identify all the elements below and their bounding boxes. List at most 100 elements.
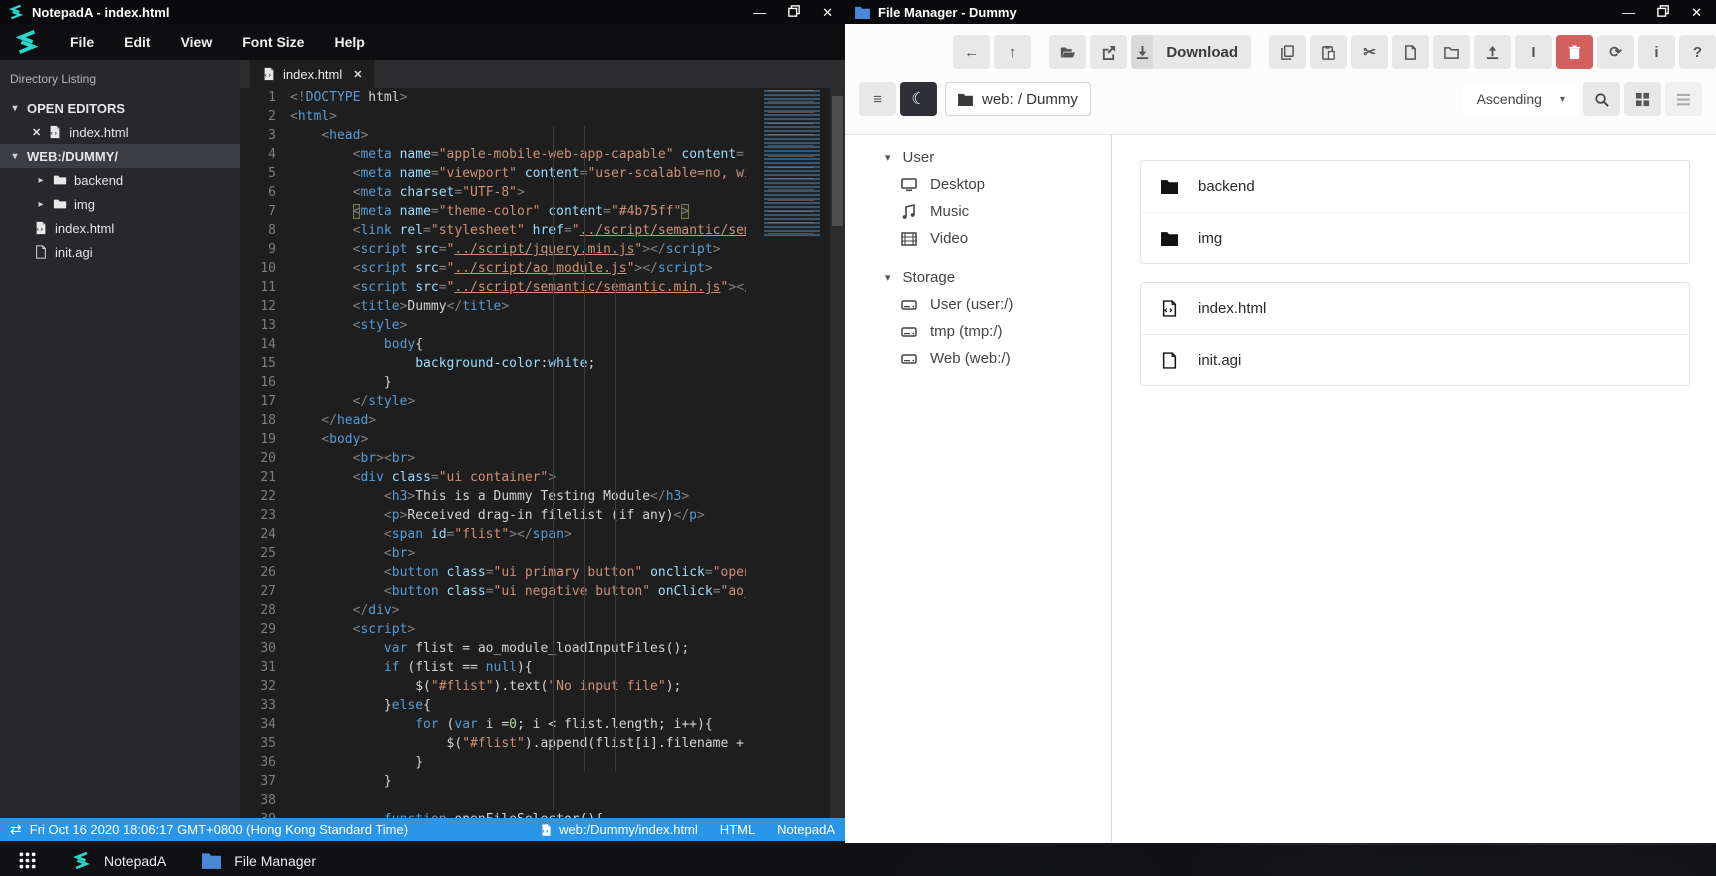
code-line[interactable]: 31 if (flist == null){ (240, 658, 845, 677)
file-manager-titlebar[interactable]: File Manager - Dummy — ✕ (845, 0, 1716, 24)
code-line[interactable]: 30 var flist = ao_module_loadInputFiles(… (240, 639, 845, 658)
code-line[interactable]: 29 <script> (240, 620, 845, 639)
breadcrumb[interactable]: web: / Dummy (945, 82, 1091, 116)
delete-button[interactable] (1556, 35, 1594, 69)
code-line[interactable]: 24 <span id="flist"></span> (240, 525, 845, 544)
copy-button[interactable] (1269, 35, 1307, 69)
sidebar-section-storage[interactable]: ▾ Storage (845, 264, 1111, 291)
sidebar-item-tmp-drive[interactable]: tmp (tmp:/) (845, 318, 1111, 345)
code-line[interactable]: 4 <meta name="apple-mobile-web-app-capab… (240, 145, 845, 164)
open-editor-index-html[interactable]: ✕ index.html (0, 120, 240, 144)
code-line[interactable]: 28 </div> (240, 601, 845, 620)
code-line[interactable]: 21 <div class="ui container"> (240, 468, 845, 487)
code-line[interactable]: 22 <h3>This is a Dummy Testing Module</h… (240, 487, 845, 506)
code-line[interactable]: 20 <br><br> (240, 449, 845, 468)
sidebar-item-user-drive[interactable]: User (user:/) (845, 291, 1111, 318)
menu-file[interactable]: File (70, 34, 94, 50)
taskbar-item-notepada[interactable]: NotepadA (54, 845, 184, 876)
new-folder-button[interactable] (1433, 35, 1471, 69)
minimize-button[interactable]: — (753, 6, 766, 19)
dark-mode-toggle[interactable]: ☾ (900, 82, 937, 116)
download-button[interactable]: Download (1131, 35, 1251, 69)
code-line[interactable]: 14 body{ (240, 335, 845, 354)
code-line[interactable]: 33 }else{ (240, 696, 845, 715)
sidebar-item-web-drive[interactable]: Web (web:/) (845, 345, 1111, 372)
code-line[interactable]: 25 <br> (240, 544, 845, 563)
code-line[interactable]: 1 <!DOCTYPE html> (240, 88, 845, 107)
menu-edit[interactable]: Edit (124, 34, 150, 50)
code-line[interactable]: 13 <style> (240, 316, 845, 335)
code-line[interactable]: 12 <title>Dummy</title> (240, 297, 845, 316)
sidebar-item-music[interactable]: Music (845, 198, 1111, 225)
sidebar-section-user[interactable]: ▾ User (845, 144, 1111, 171)
close-editor-icon[interactable]: ✕ (32, 126, 41, 139)
paste-button[interactable] (1310, 35, 1348, 69)
open-button[interactable] (1049, 35, 1087, 69)
code-editor[interactable]: 1 <!DOCTYPE html> 2 <html> 3 <head> 4 <meta n… (240, 88, 845, 818)
file-row-index-html[interactable]: index.html (1141, 283, 1689, 334)
tab-index-html[interactable]: index.html ✕ (250, 60, 375, 88)
statusbar-language[interactable]: HTML (720, 822, 755, 837)
tree-item-backend[interactable]: ▸ backend (0, 168, 240, 192)
code-line[interactable]: 38 (240, 791, 845, 810)
close-button[interactable]: ✕ (822, 6, 833, 19)
file-row-init-agi[interactable]: init.agi (1141, 334, 1689, 385)
code-line[interactable]: 34 for (var i =0; i < flist.length; i++)… (240, 715, 845, 734)
code-line[interactable]: 26 <button class="ui primary button" onc… (240, 563, 845, 582)
workspace-root[interactable]: ▾ WEB:/DUMMY/ (0, 144, 240, 168)
open-editors-section[interactable]: ▾ OPEN EDITORS (0, 96, 240, 120)
notepada-titlebar[interactable]: NotepadA - index.html — ✕ (0, 0, 845, 24)
minimize-button[interactable]: — (1622, 6, 1635, 19)
code-line[interactable]: 7 <meta name="theme-color" content="#4b7… (240, 202, 845, 221)
list-view-button[interactable] (1665, 82, 1702, 116)
tree-item-index-html[interactable]: index.html (0, 216, 240, 240)
code-line[interactable]: 36 } (240, 753, 845, 772)
code-line[interactable]: 18 </head> (240, 411, 845, 430)
code-line[interactable]: 32 $("#flist").text("No input file"); (240, 677, 845, 696)
code-line[interactable]: 6 <meta charset="UTF-8"> (240, 183, 845, 202)
menu-font-size[interactable]: Font Size (242, 34, 304, 50)
code-line[interactable]: 9 <script src="../script/jquery.min.js">… (240, 240, 845, 259)
menu-help[interactable]: Help (334, 34, 364, 50)
grid-view-button[interactable] (1624, 82, 1661, 116)
up-button[interactable]: ↑ (994, 35, 1031, 69)
sidebar-item-desktop[interactable]: Desktop (845, 171, 1111, 198)
sidebar-item-video[interactable]: Video (845, 225, 1111, 252)
code-line[interactable]: 27 <button class="ui negative button" on… (240, 582, 845, 601)
editor-scrollbar[interactable] (830, 88, 845, 818)
code-line[interactable]: 35 $("#flist").append(flist[i].filename … (240, 734, 845, 753)
cut-button[interactable]: ✂ (1351, 35, 1389, 69)
code-minimap[interactable] (760, 90, 828, 238)
restore-button[interactable] (788, 5, 800, 19)
app-launcher-button[interactable] (0, 852, 54, 869)
code-line[interactable]: 11 <script src="../script/semantic/seman… (240, 278, 845, 297)
code-line[interactable]: 2 <html> (240, 107, 845, 126)
restore-button[interactable] (1657, 5, 1669, 19)
code-line[interactable]: 15 background-color:white; (240, 354, 845, 373)
search-button[interactable] (1583, 82, 1620, 116)
new-file-button[interactable] (1392, 35, 1430, 69)
code-line[interactable]: 19 <body> (240, 430, 845, 449)
file-row-backend[interactable]: backend (1141, 161, 1689, 212)
code-line[interactable]: 5 <meta name="viewport" content="user-sc… (240, 164, 845, 183)
upload-button[interactable] (1474, 35, 1512, 69)
sort-order-select[interactable]: Ascending ▾ (1462, 82, 1579, 116)
rename-button[interactable]: I (1515, 35, 1553, 69)
statusbar-file[interactable]: web:/Dummy/index.html (540, 822, 698, 837)
taskbar-item-file-manager[interactable]: File Manager (184, 845, 334, 876)
help-button[interactable]: ? (1679, 35, 1716, 69)
tree-item-init-agi[interactable]: init.agi (0, 240, 240, 264)
code-line[interactable]: 39 function openFileSelector(){ (240, 810, 845, 818)
file-row-img[interactable]: img (1141, 212, 1689, 263)
tab-close-icon[interactable]: ✕ (353, 68, 362, 81)
back-button[interactable]: ← (953, 35, 990, 69)
scrollbar-thumb[interactable] (832, 96, 843, 226)
code-line[interactable]: 17 </style> (240, 392, 845, 411)
refresh-button[interactable]: ⟳ (1597, 35, 1635, 69)
code-line[interactable]: 8 <link rel="stylesheet" href="../script… (240, 221, 845, 240)
close-button[interactable]: ✕ (1691, 6, 1702, 19)
tree-item-img[interactable]: ▸ img (0, 192, 240, 216)
code-line[interactable]: 37 } (240, 772, 845, 791)
menu-view[interactable]: View (181, 34, 213, 50)
info-button[interactable]: i (1638, 35, 1676, 69)
